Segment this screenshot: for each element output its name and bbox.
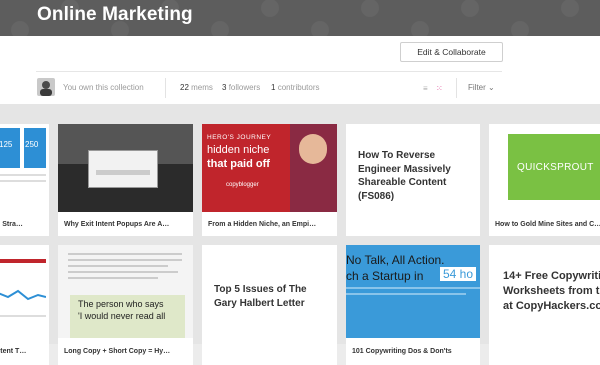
card-caption: How to Gold Mine Sites and C… bbox=[495, 221, 600, 228]
mem-card[interactable]: ntent T… bbox=[0, 245, 49, 365]
mem-card[interactable]: Why Exit Intent Popups Are A… bbox=[58, 124, 193, 236]
card-caption: Why Exit Intent Popups Are A… bbox=[64, 221, 170, 228]
contributors-count[interactable]: 1 contributors bbox=[271, 83, 319, 92]
mem-card[interactable]: 14+ Free Copywriting Worksheets from the… bbox=[489, 245, 600, 365]
card-caption: From a Hidden Niche, an Empi… bbox=[208, 221, 317, 228]
mems-grid: 125 250 g Stra… Why Exit Intent Popups A… bbox=[0, 104, 600, 365]
grid-view-icon[interactable]: ⁙ bbox=[436, 84, 443, 93]
divider bbox=[165, 78, 166, 98]
card-thumbnail: The person who says 'I would never read … bbox=[58, 245, 193, 338]
card-caption: 101 Copywriting Dos & Don'ts bbox=[352, 348, 452, 355]
mem-card[interactable]: QUICKSPROUT How to Gold Mine Sites and C… bbox=[489, 124, 600, 236]
collection-header: Online Marketing bbox=[0, 0, 600, 36]
mem-card[interactable]: The person who says 'I would never read … bbox=[58, 245, 193, 365]
card-thumbnail bbox=[0, 245, 49, 333]
card-caption: ntent T… bbox=[0, 348, 27, 355]
card-caption: g Stra… bbox=[0, 221, 23, 228]
avatar[interactable] bbox=[37, 78, 55, 96]
mem-card[interactable]: No Talk, All Action. ch a Startup in 54 … bbox=[346, 245, 480, 365]
card-thumbnail: HERO'S JOURNEY hidden niche that paid of… bbox=[202, 124, 337, 212]
card-thumbnail: 125 250 bbox=[0, 124, 49, 212]
divider bbox=[36, 71, 502, 72]
list-view-icon[interactable]: ≡ bbox=[423, 84, 428, 93]
mem-card[interactable]: HERO'S JOURNEY hidden niche that paid of… bbox=[202, 124, 337, 236]
card-thumbnail bbox=[58, 124, 193, 212]
mem-card[interactable]: Top 5 Issues of The Gary Halbert Letter bbox=[202, 245, 337, 365]
card-title: How To Reverse Engineer Massively Sharea… bbox=[358, 150, 451, 202]
followers-count[interactable]: 3 followers bbox=[222, 83, 260, 92]
ownership-text: You own this collection bbox=[63, 83, 144, 92]
card-title: Top 5 Issues of The Gary Halbert Letter bbox=[214, 284, 307, 309]
card-thumbnail: QUICKSPROUT bbox=[489, 124, 600, 212]
page-title: Online Marketing bbox=[37, 4, 193, 25]
card-title: 14+ Free Copywriting Worksheets from the… bbox=[503, 270, 600, 312]
collection-toolbar bbox=[0, 36, 600, 104]
edit-collaborate-button[interactable]: Edit & Collaborate bbox=[400, 42, 503, 62]
mem-card[interactable]: How To Reverse Engineer Massively Sharea… bbox=[346, 124, 480, 236]
card-caption: Long Copy + Short Copy = Hy… bbox=[64, 348, 171, 355]
divider bbox=[456, 78, 457, 98]
mem-card[interactable]: 125 250 g Stra… bbox=[0, 124, 49, 236]
filter-dropdown[interactable]: Filter ⌄ bbox=[468, 83, 495, 92]
mems-count[interactable]: 22 mems bbox=[180, 83, 213, 92]
card-thumbnail: No Talk, All Action. ch a Startup in 54 … bbox=[346, 245, 480, 338]
avatar-image bbox=[37, 78, 55, 96]
